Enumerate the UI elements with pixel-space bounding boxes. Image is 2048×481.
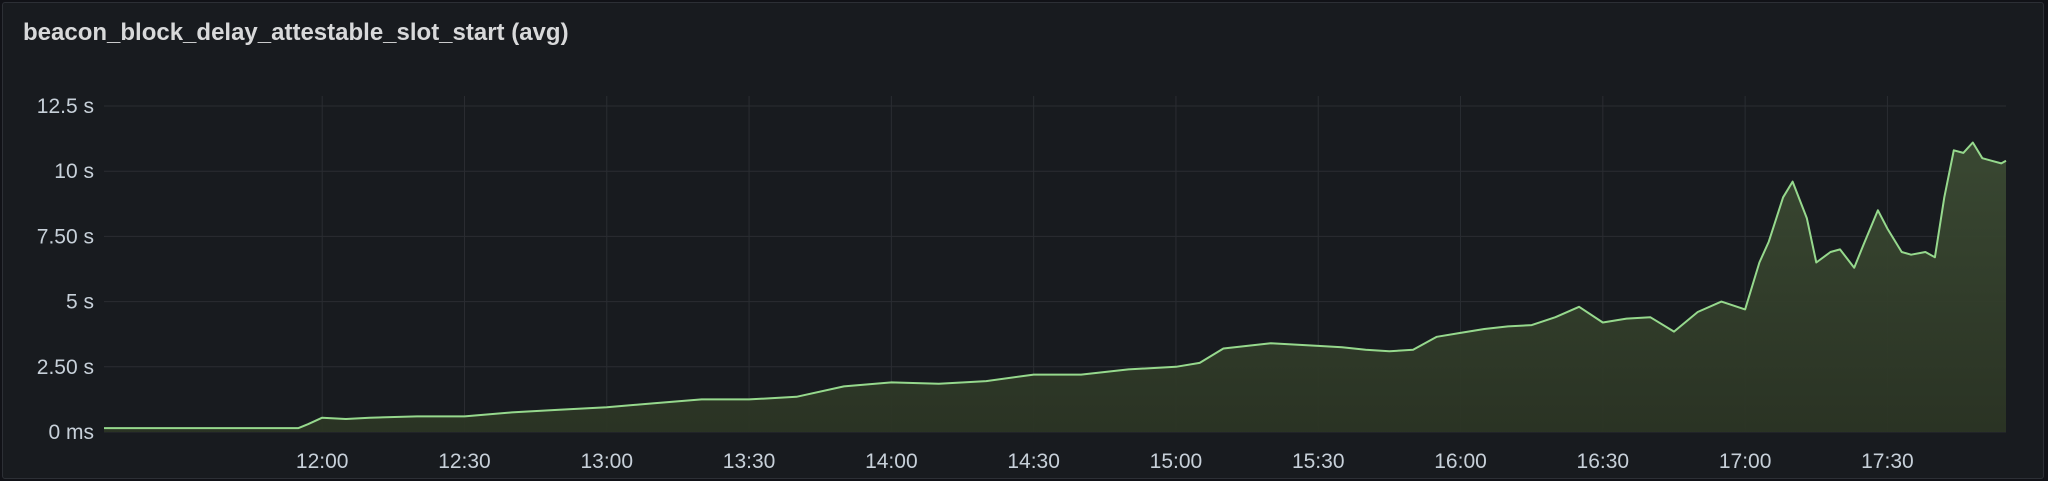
x-tick-label: 17:00 [1719, 450, 1772, 473]
x-tick-label: 14:00 [865, 450, 918, 473]
x-tick-label: 12:00 [296, 450, 349, 473]
y-tick-label: 7.50 s [37, 225, 94, 248]
time-series-chart: 0 ms 2.50 s 5 s 7.50 s 10 s 12.5 s 12:00 12:30… [37, 95, 2007, 473]
y-tick-label: 12.5 s [37, 95, 94, 118]
x-tick-label: 16:30 [1577, 450, 1630, 473]
x-tick-label: 14:30 [1007, 450, 1060, 473]
x-tick-label: 13:30 [723, 450, 776, 473]
x-tick-label: 16:00 [1434, 450, 1487, 473]
x-tick-label: 13:00 [580, 450, 633, 473]
y-tick-label: 2.50 s [37, 356, 94, 379]
x-tick-label: 12:30 [438, 450, 491, 473]
plot-area [104, 141, 2007, 432]
y-tick-label: 10 s [54, 160, 94, 183]
y-tick-label: 5 s [66, 291, 94, 314]
x-tick-label: 15:30 [1292, 450, 1345, 473]
y-tick-label: 0 ms [48, 421, 94, 444]
x-tick-label: 17:30 [1861, 450, 1914, 473]
x-tick-label: 15:00 [1150, 450, 1203, 473]
series-area [104, 142, 2006, 432]
y-axis: 0 ms 2.50 s 5 s 7.50 s 10 s 12.5 s [37, 95, 94, 444]
x-axis: 12:00 12:30 13:00 13:30 14:00 14:30 15:00 15:30… [296, 450, 1914, 473]
